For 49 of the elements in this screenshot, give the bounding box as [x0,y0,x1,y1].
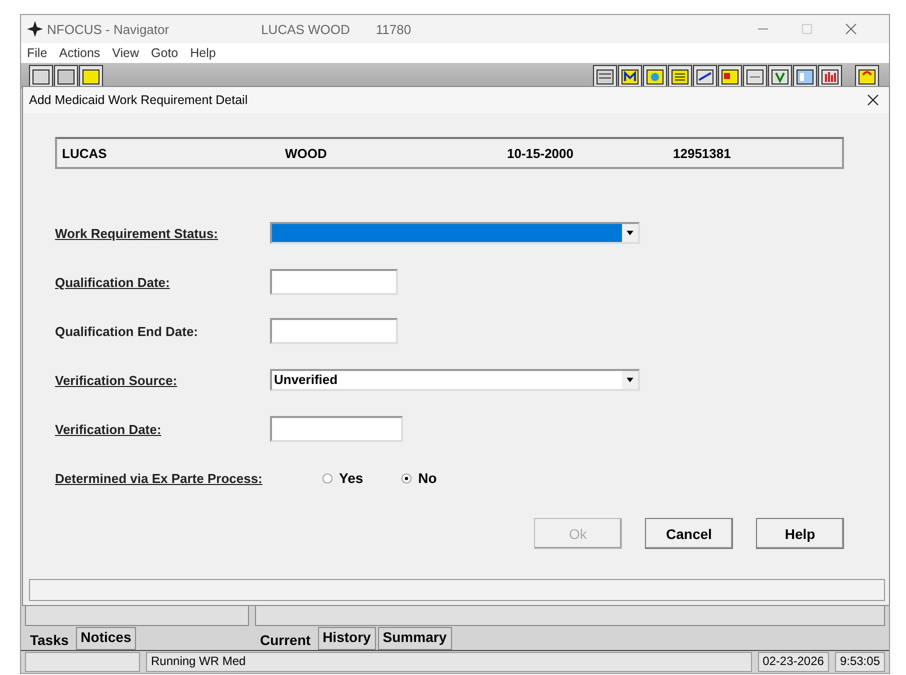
radio-button[interactable]: No [401,470,437,486]
tab[interactable]: History [318,627,376,650]
tab[interactable]: Summary [378,627,452,650]
radio-button[interactable]: Yes [322,470,364,486]
menu-item[interactable]: Actions [59,46,100,60]
close-icon[interactable] [867,94,879,106]
toolbar-icon[interactable] [593,65,617,89]
status-message: Running WR Med [146,652,752,672]
date-field[interactable] [270,416,403,442]
dialog-title: Add Medicaid Work Requirement Detail [29,93,248,107]
header-value: WOOD [285,146,328,160]
header-value: 12951381 [673,146,731,160]
field-label: Qualification Date: [55,274,171,290]
window-title-user: LUCAS WOOD [261,22,350,36]
field-label: Work Requirement Status: [55,226,220,240]
toolbar-icon[interactable] [793,65,817,89]
tab[interactable]: Notices [76,627,136,650]
menu-item[interactable]: Goto [151,46,178,60]
window-title: NFOCUS - Navigator [47,22,170,36]
toolbar-icon[interactable] [693,65,717,89]
date-field[interactable] [270,269,398,295]
field-label: Verification Source: [55,372,178,388]
dialog-button[interactable]: Cancel [645,518,733,549]
window-title-number: 11780 [376,22,412,36]
radio-circle-icon[interactable] [322,472,333,484]
toolbar-icon[interactable] [768,65,792,89]
menu-item[interactable]: File [27,46,48,60]
toolbar-icon[interactable] [618,65,642,89]
field-label: Qualification End Date: [55,324,200,338]
date-field[interactable] [270,318,398,344]
toolbar-icon[interactable] [855,65,879,89]
radio-circle-icon[interactable] [401,472,412,484]
menu-item[interactable]: View [112,46,140,60]
toolbar-icon[interactable] [818,65,842,89]
header-value: LUCAS [62,146,108,160]
toolbar-icon[interactable] [643,65,667,89]
field-label: Verification Date: [55,422,162,436]
header-value: 10-15-2000 [507,146,574,160]
menu-item[interactable]: Help [190,46,216,60]
status-time: 9:53:05 [834,652,885,672]
status-date: 02-23-2026 [758,652,829,672]
dropdown[interactable]: Unverified [270,369,640,391]
dialog-button[interactable]: Help [756,518,844,549]
toolbar-icon[interactable] [668,65,692,89]
field-label: Determined via Ex Parte Process: [55,470,264,486]
dropdown[interactable] [270,222,640,244]
toolbar-icon[interactable] [743,65,767,89]
compass-icon [27,21,43,37]
toolbar-icon[interactable] [718,65,742,89]
